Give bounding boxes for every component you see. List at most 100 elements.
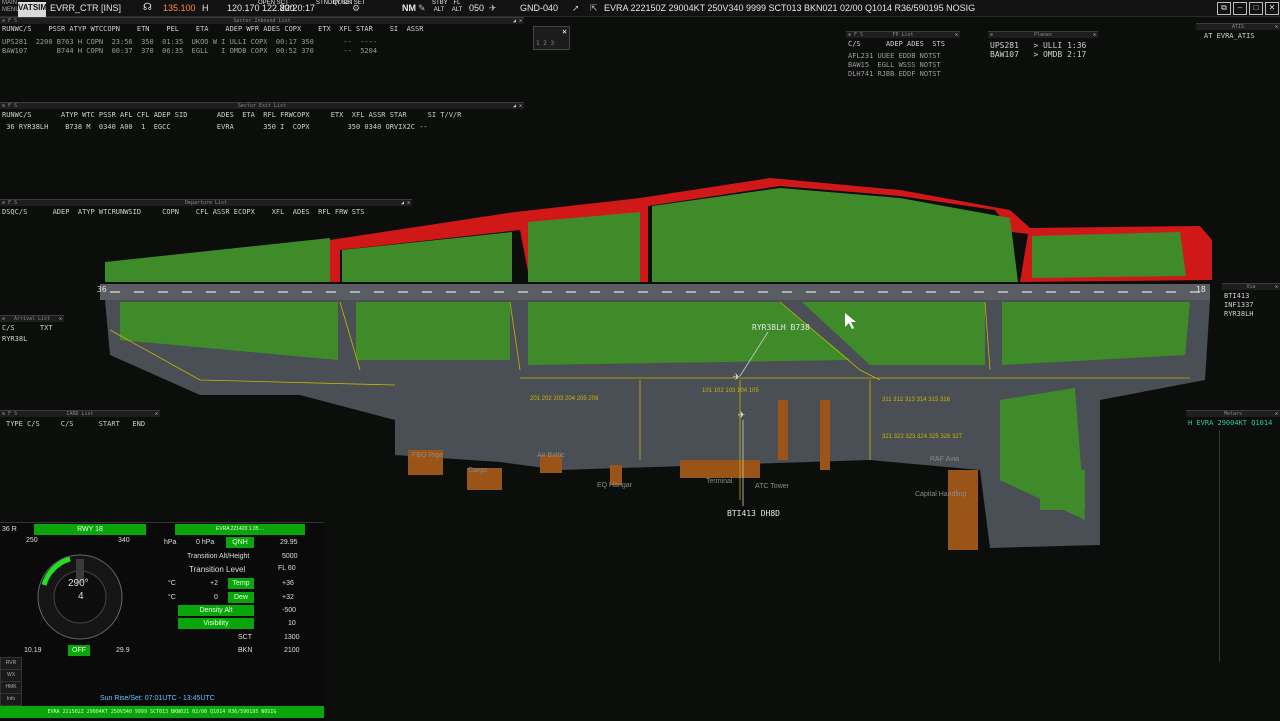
card-titlebar[interactable]: ⊕ F S CARD List ✕	[0, 410, 160, 417]
departure-list[interactable]: ⊕ F S Departure List ◢ ✕ DSQC/S ADEP ATYP …	[0, 199, 412, 219]
arrival-header: C/S TXT	[2, 324, 53, 332]
visibility-value: 10	[288, 620, 296, 627]
label-fbo-riga: FBO Riga	[412, 452, 443, 459]
fp-list-row[interactable]: DLH741 RJBB EDDF NOTST	[848, 70, 941, 79]
dew-label[interactable]: Dew	[228, 592, 254, 603]
label-capital-handling: Capital Handling	[915, 491, 967, 498]
metars-text: H EVRA 29004KT Q1014	[1188, 419, 1273, 427]
planes-panel[interactable]: ⊕ Planes ✕ UPS281 > ULLI 1:36 BAW107 > OMD…	[988, 31, 1098, 61]
wind-direction: 290°	[68, 578, 89, 589]
label-terminal: Terminal	[706, 478, 733, 485]
via-row[interactable]: INF1337	[1224, 301, 1254, 310]
fp-list-header: C/S ADEP ADES STS	[848, 40, 945, 48]
sector-inbound-titlebar[interactable]: ⊕ F S Sector Inbound List ◢ ✕	[0, 17, 524, 24]
off-button[interactable]: OFF	[68, 645, 90, 656]
compass-right-value: 340	[118, 537, 130, 544]
aircraft-icon-bti: ✈	[738, 407, 745, 421]
sector-inbound-row[interactable]: UPS281 2200 B763 H COPN 23:56 350 01:35 …	[2, 38, 377, 47]
cloud2-ft: 2100	[284, 647, 300, 654]
card-list[interactable]: ⊕ F S CARD List ✕ TYPE C/S C/S START END	[0, 410, 160, 432]
via-row[interactable]: BTI413	[1224, 292, 1249, 301]
density-alt-label[interactable]: Density Alt	[178, 605, 254, 616]
fp-list-row[interactable]: AFL231 UUEE EDDB NOTST	[848, 52, 941, 61]
off-value: 29.9	[116, 647, 130, 654]
info-button[interactable]: Info	[0, 693, 22, 706]
via-panel[interactable]: Via ✕ BTI413 INF1337 RYR38LH	[1222, 283, 1280, 319]
aircraft-tag-bti413[interactable]: BTI413 DH8D	[727, 509, 780, 518]
aircraft-tag-ryr38lh[interactable]: RYR38LH B738	[752, 323, 810, 332]
via-titlebar[interactable]: Via ✕	[1222, 283, 1280, 290]
arrival-row[interactable]: RYR38L	[2, 335, 27, 344]
weather-panel[interactable]: 36 R RWY 18 EVRA 221420 1.35 ... 250 340…	[0, 522, 324, 721]
label-air-baltic: Air Baltic	[537, 452, 565, 459]
fp-list-titlebar[interactable]: ⊕ F S FP List ✕	[846, 31, 960, 38]
wind-speed: 4	[78, 591, 84, 602]
temp-f: +36	[282, 580, 294, 587]
sector-exit-list[interactable]: ⊕ F S Sector Exit List ◢ ✕ RUNWC/S ATYP WT…	[0, 102, 524, 132]
transition-level-value: FL 60	[278, 565, 296, 572]
via-row[interactable]: RYR38LH	[1224, 310, 1254, 319]
card-header: TYPE C/S C/S START END	[6, 420, 146, 428]
temp-unit-c: °C	[168, 580, 176, 587]
label-raf-avia: RAF Avia	[930, 456, 960, 463]
stands-west: 201 202 203 204 205 206	[530, 396, 599, 402]
planes-titlebar[interactable]: ⊕ Planes ✕	[988, 31, 1098, 38]
grass-south-5	[1002, 302, 1190, 365]
dew-unit-c: °C	[168, 594, 176, 601]
sector-exit-row[interactable]: 36 RYR38LH B738 M 0340 A00 1 EGCC EVRA 3…	[2, 123, 427, 132]
building-pier-1	[778, 400, 788, 460]
qnh-label[interactable]: QNH	[226, 537, 254, 548]
building-terminal	[680, 460, 760, 478]
label-cargo: Cargo	[468, 467, 488, 474]
atis-titlebar[interactable]: ATIS ✕	[1196, 23, 1280, 30]
temp-c: +2	[210, 580, 218, 587]
departure-titlebar[interactable]: ⊕ F S Departure List ◢ ✕	[0, 199, 412, 206]
building-raf	[948, 470, 978, 550]
runway-selector[interactable]: RWY 18	[34, 524, 146, 535]
sector-inbound-list[interactable]: ⊕ F S Sector Inbound List ◢ ✕ RUNWC/S PSSR…	[0, 17, 524, 57]
aircraft-icon-ryr: ✈	[733, 369, 740, 383]
qnh-inhg: 29.95	[280, 539, 298, 546]
label-eq-hangar: EQ Hangar	[597, 482, 633, 489]
qnh-hpa: 0 hPa	[196, 539, 215, 546]
grass-north-1	[105, 238, 330, 282]
grass-north-5	[1032, 232, 1186, 278]
visibility-label[interactable]: Visibility	[178, 618, 254, 629]
sector-exit-header: RUNWC/S ATYP WTC PSSR AFL CFL ADEP SID A…	[2, 111, 462, 119]
atis-text: AT EVRA_ATIS	[1204, 32, 1255, 40]
grass-south-2	[356, 302, 510, 360]
runway-18-label: 18	[1196, 285, 1206, 294]
mini-window[interactable]: ✕ 1 2 3	[533, 26, 570, 50]
departure-header: DSQC/S ADEP ATYP WTCRUNWSID COPN CFL ASS…	[2, 208, 365, 216]
stands-east-1: 311 312 313 314 315 316	[882, 397, 950, 403]
atis-panel[interactable]: ATIS ✕ AT EVRA_ATIS	[1196, 23, 1280, 41]
planes-row[interactable]: UPS281 > ULLI 1:36	[990, 41, 1086, 50]
cloud1-ft: 1300	[284, 634, 300, 641]
arrival-titlebar[interactable]: ⊕ Arrival List ✕	[0, 315, 64, 322]
stands-terminal: 101 102 103 104 105	[702, 388, 759, 394]
temp-label[interactable]: Temp	[228, 578, 254, 589]
fp-list-row[interactable]: BAW15 EGLL WSSS NOTST	[848, 61, 941, 70]
label-atc-tower: ATC Tower	[755, 483, 789, 490]
metar-status-bar: EVRA 221502Z 29004KT 250V340 9999 SCT013…	[0, 706, 324, 718]
sector-inbound-row[interactable]: BAW107 B744 H COPN 00:37 370 06:35 EGLL …	[2, 47, 377, 56]
runway-36-label: 36	[97, 285, 107, 294]
divider	[1219, 430, 1220, 662]
atis-banner: EVRA 221420 1.35 ...	[175, 524, 305, 535]
cloud2-type: BKN	[238, 647, 253, 654]
grass-north-3	[528, 212, 640, 282]
metars-panel[interactable]: Metars ✕ H EVRA 29004KT Q1014	[1186, 410, 1280, 430]
sunrise-sunset: Sun Rise/Set: 07:01UTC - 13:45UTC	[100, 695, 215, 702]
arrival-list[interactable]: ⊕ Arrival List ✕ C/S TXT RYR38L	[0, 315, 64, 345]
qnh-unit: hPa	[164, 539, 177, 546]
sector-exit-titlebar[interactable]: ⊕ F S Sector Exit List ◢ ✕	[0, 102, 524, 109]
transition-level-label: Transition Level	[189, 565, 246, 574]
mini-window-close-icon[interactable]: ✕	[562, 27, 567, 36]
left-pressure: 10.19	[24, 647, 42, 654]
metars-titlebar[interactable]: Metars ✕	[1186, 410, 1280, 417]
transition-alt-label: Transition Alt/Height	[187, 553, 250, 560]
runway-18-36	[100, 284, 1210, 300]
fp-list[interactable]: ⊕ F S FP List ✕ C/S ADEP ADES STS AFL231 U…	[846, 31, 960, 81]
compass-left-value: 250	[26, 537, 38, 544]
planes-row[interactable]: BAW107 > OMDB 2:17	[990, 50, 1086, 59]
